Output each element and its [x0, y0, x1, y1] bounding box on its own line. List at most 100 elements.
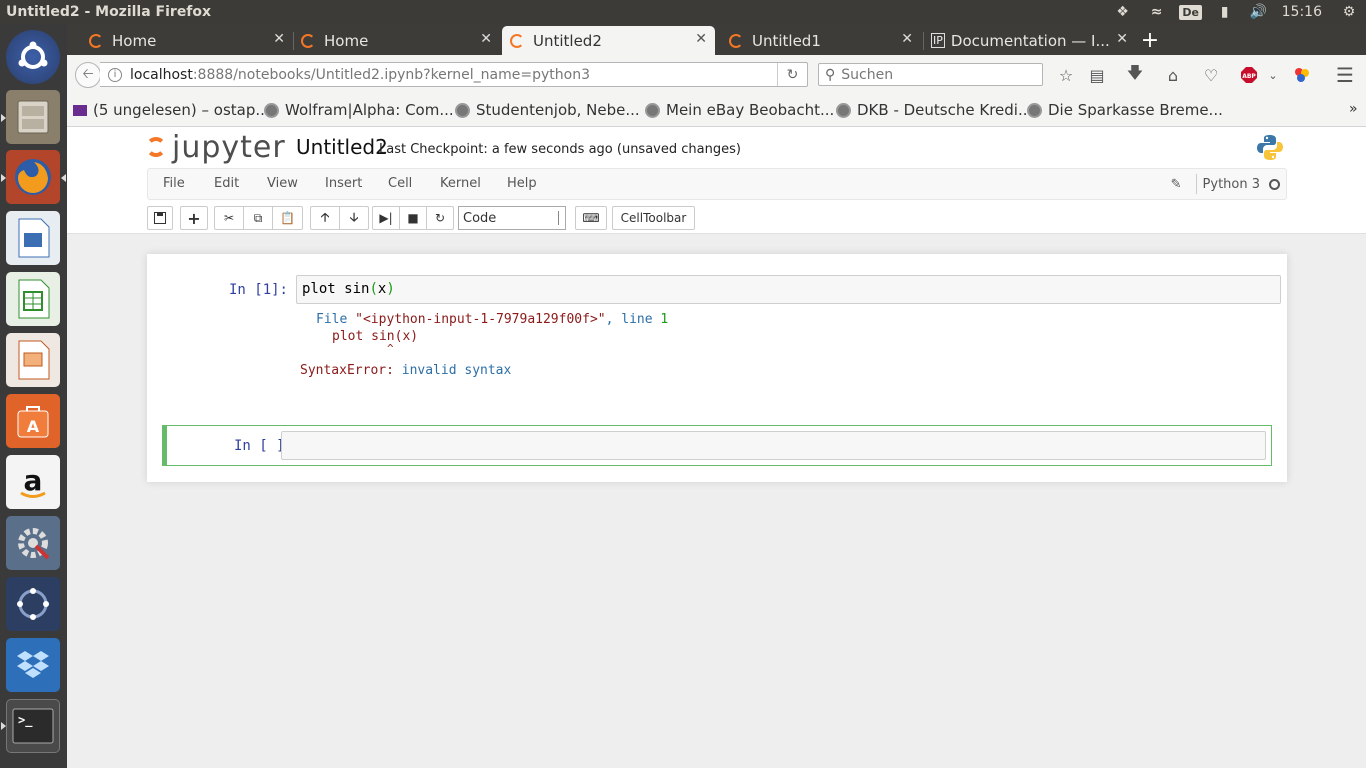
- run-cell-button[interactable]: ▶|: [372, 206, 400, 230]
- site-info-icon[interactable]: i: [108, 67, 122, 82]
- dropbox-icon[interactable]: [6, 638, 60, 692]
- terminal-icon[interactable]: >_: [6, 699, 60, 753]
- move-cell-up-button[interactable]: 🡡: [310, 206, 340, 230]
- save-icon: [154, 212, 166, 224]
- svg-text:a: a: [24, 464, 43, 497]
- home-icon[interactable]: ⌂: [1161, 63, 1185, 87]
- input-prompt: In [ ]:: [233, 438, 293, 454]
- close-tab-icon[interactable]: ✕: [695, 31, 707, 47]
- bookmark-item[interactable]: Die Sparkasse Breme...: [1027, 101, 1223, 119]
- code-cell-selected[interactable]: In [ ]:: [162, 425, 1272, 466]
- interrupt-kernel-button[interactable]: ■: [399, 206, 427, 230]
- menu-cell[interactable]: Cell: [388, 176, 412, 191]
- amazon-icon[interactable]: a: [6, 455, 60, 509]
- search-input[interactable]: ⚲ Suchen: [818, 63, 1043, 86]
- bookmark-star-icon[interactable]: ☆: [1054, 63, 1078, 87]
- tab-label: Home: [112, 31, 157, 50]
- software-center-icon[interactable]: A: [6, 394, 60, 448]
- menu-file[interactable]: File: [163, 176, 185, 191]
- reload-icon[interactable]: ↻: [777, 63, 807, 86]
- hamburger-menu-icon[interactable]: ☰: [1333, 63, 1357, 87]
- downloads-icon[interactable]: 🡇: [1123, 63, 1147, 87]
- system-top-bar: Untitled2 - Mozilla Firefox ❖ ≈ De ▮ 🔊 1…: [0, 0, 1366, 24]
- firefox-icon[interactable]: [6, 150, 60, 204]
- arrow-up-icon: 🡡: [320, 209, 330, 224]
- copy-cell-button[interactable]: ⧉: [243, 206, 273, 230]
- paste-cell-button[interactable]: 📋: [272, 206, 303, 230]
- libreoffice-calc-icon[interactable]: [6, 272, 60, 326]
- dropbox-tray-icon[interactable]: ❖: [1106, 0, 1140, 24]
- search-placeholder: Suchen: [841, 66, 894, 83]
- code-cell[interactable]: In [1]: plot sin(x) File "<ipython-input…: [162, 269, 1281, 409]
- tab-home-2[interactable]: Home ✕: [293, 26, 500, 55]
- bookmark-label: Studentenjob, Nebe...: [476, 101, 640, 119]
- keyboard-layout-indicator[interactable]: De: [1174, 0, 1208, 24]
- ubuntu-dash-icon[interactable]: [6, 30, 60, 84]
- tab-untitled1[interactable]: Untitled1 ✕: [721, 26, 921, 55]
- menu-view[interactable]: View: [267, 176, 298, 191]
- wifi-icon[interactable]: ≈: [1140, 0, 1174, 24]
- divider: [1195, 174, 1197, 194]
- globe-icon: [455, 102, 470, 118]
- notebook-name[interactable]: Untitled2: [296, 135, 388, 159]
- close-tab-icon[interactable]: ✕: [273, 31, 285, 47]
- menu-kernel[interactable]: Kernel: [440, 176, 481, 191]
- traceback-token: 1: [660, 312, 669, 327]
- code-token: plot sin: [302, 281, 370, 297]
- files-icon[interactable]: [6, 90, 60, 144]
- menu-insert[interactable]: Insert: [325, 176, 362, 191]
- tab-label: Untitled1: [752, 31, 821, 50]
- browser-tab-strip: Home ✕ Home ✕ Untitled2 ✕ Untitled1 ✕ IP…: [67, 24, 1366, 55]
- bookmarks-overflow-chevron-icon[interactable]: »: [1349, 101, 1358, 117]
- system-tray: ❖ ≈ De ▮ 🔊 15:16 ⚙: [1106, 0, 1366, 24]
- close-tab-icon[interactable]: ✕: [480, 31, 492, 47]
- cell-input[interactable]: [281, 431, 1266, 460]
- command-palette-button[interactable]: ⌨: [575, 206, 607, 230]
- cell-input[interactable]: plot sin(x): [296, 275, 1281, 304]
- bookmark-item[interactable]: DKB - Deutsche Kredi...: [836, 101, 1032, 119]
- extension-colorful-icon[interactable]: [1290, 63, 1314, 87]
- bookmark-item[interactable]: Studentenjob, Nebe...: [455, 101, 640, 119]
- jupyter-logo[interactable]: jupyter: [146, 129, 286, 165]
- cut-cell-button[interactable]: ✂: [214, 206, 244, 230]
- menu-help[interactable]: Help: [507, 176, 537, 191]
- menu-edit[interactable]: Edit: [214, 176, 239, 191]
- celltoolbar-button[interactable]: CellToolbar: [612, 206, 695, 230]
- battery-icon[interactable]: ▮: [1208, 0, 1242, 24]
- back-button[interactable]: 🡠: [75, 62, 101, 88]
- bookmark-label: (5 ungelesen) – ostap...: [93, 101, 270, 119]
- libreoffice-draw-icon[interactable]: [6, 211, 60, 265]
- new-tab-button[interactable]: +: [1140, 26, 1160, 55]
- libreoffice-impress-icon[interactable]: [6, 333, 60, 387]
- step-forward-icon: ▶|: [379, 211, 393, 225]
- bookmark-item[interactable]: Wolfram|Alpha: Com...: [264, 101, 454, 119]
- system-settings-icon[interactable]: [6, 516, 60, 570]
- close-tab-icon[interactable]: ✕: [901, 31, 913, 47]
- pocket-icon[interactable]: ♡: [1199, 63, 1223, 87]
- paste-icon: 📋: [280, 211, 295, 225]
- adblock-plus-icon[interactable]: ABP: [1237, 63, 1261, 87]
- search-icon: ⚲: [825, 66, 836, 83]
- jupyter-logo-text: jupyter: [172, 129, 286, 165]
- bookmark-item[interactable]: Mein eBay Beobacht...: [645, 101, 834, 119]
- cell-type-select[interactable]: Code: [458, 206, 566, 230]
- tab-documentation[interactable]: IP Documentation — I... ✕: [923, 26, 1136, 55]
- volume-icon[interactable]: 🔊: [1242, 0, 1276, 24]
- close-tab-icon[interactable]: ✕: [1116, 31, 1128, 47]
- clock[interactable]: 15:16: [1276, 4, 1332, 20]
- tab-home-1[interactable]: Home ✕: [81, 26, 293, 55]
- move-cell-down-button[interactable]: 🡣: [339, 206, 369, 230]
- tab-untitled2[interactable]: Untitled2 ✕: [502, 26, 715, 55]
- save-button[interactable]: [147, 206, 173, 230]
- restart-kernel-button[interactable]: ↻: [426, 206, 454, 230]
- bookmark-item[interactable]: (5 ungelesen) – ostap...: [73, 101, 270, 119]
- reading-list-icon[interactable]: ▤: [1085, 63, 1109, 87]
- insert-cell-below-button[interactable]: +: [180, 206, 208, 230]
- workspace-switcher-icon[interactable]: [6, 577, 60, 631]
- url-bar[interactable]: i localhost:8888/notebooks/Untitled2.ipy…: [100, 62, 808, 87]
- celltoolbar-label: CellToolbar: [620, 211, 687, 225]
- jupyter-page: jupyter Untitled2 Last Checkpoint: a few…: [67, 127, 1366, 768]
- settings-gear-icon[interactable]: ⚙: [1332, 0, 1366, 24]
- adblock-dropdown-chevron-down-icon[interactable]: ⌄: [1261, 63, 1285, 87]
- traceback-caret: ^: [387, 342, 394, 355]
